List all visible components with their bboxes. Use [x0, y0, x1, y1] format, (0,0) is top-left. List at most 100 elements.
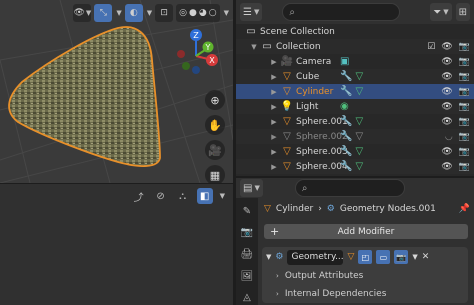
3d-viewport[interactable]: 👁 ▼ ⤡ ▼ ◐ ▼ ⊡ ◎ ● ◕ ○ ▼ Z X Y ⊕ ✋ 🎥 ▦: [0, 0, 233, 183]
eye-icon[interactable]: 👁: [441, 57, 452, 67]
collection-row[interactable]: ▼ ▭ Collection ☑ 👁 📷: [236, 39, 474, 54]
camera-render-icon[interactable]: 📷: [459, 72, 470, 82]
navigation-gizmo[interactable]: Z X Y: [168, 26, 224, 82]
mesh-data-icon[interactable]: ▽: [355, 86, 363, 97]
mesh-data-icon[interactable]: ▽: [347, 252, 354, 262]
new-collection-button[interactable]: ⊞: [455, 3, 470, 21]
wrench-icon[interactable]: 🔧: [340, 131, 352, 142]
wrench-icon[interactable]: 🔧: [340, 86, 352, 97]
chevron-down-icon[interactable]: ▼: [412, 253, 417, 261]
outliner-item-sphere-002[interactable]: ▶ ▽ Sphere.002 🔧 ▽ ◡ 📷: [236, 129, 474, 144]
zoom-icon[interactable]: ⊕: [205, 90, 225, 110]
camera-render-icon[interactable]: 📷: [459, 117, 470, 127]
eye-icon[interactable]: 👁: [441, 87, 452, 97]
xray-toggle[interactable]: ⊡: [155, 4, 174, 22]
grid-ortho-icon[interactable]: ▦: [205, 165, 225, 183]
properties-search-input[interactable]: ⌕: [294, 179, 405, 197]
expand-arrow-icon[interactable]: ▶: [270, 58, 278, 66]
geometry-nodes-icon: ⚙: [275, 252, 284, 262]
output-attributes-row[interactable]: › Output Attributes: [262, 267, 468, 285]
camera-render-icon[interactable]: 📷: [459, 147, 470, 157]
checkbox-icon[interactable]: ☑: [427, 42, 435, 52]
visibility-dropdown[interactable]: 👁 ▼: [73, 4, 92, 22]
outliner-item-sphere-003[interactable]: ▶ ▽ Sphere.003 🔧 ▽ 👁 📷: [236, 144, 474, 159]
outliner-item-cylinder[interactable]: ▶ ▽ Cylinder 🔧 ▽ 👁 📷: [236, 84, 474, 99]
expand-arrow-icon[interactable]: ▶: [270, 163, 278, 171]
wireframe-shading-icon[interactable]: ◎: [179, 8, 187, 18]
wrench-icon[interactable]: 🔧: [340, 161, 352, 172]
expand-arrow-icon[interactable]: ▶: [270, 103, 278, 111]
chevron-down-icon: ▼: [254, 184, 260, 192]
expand-arrow-icon[interactable]: ▶: [270, 88, 278, 96]
xray-icon: ⊡: [160, 8, 168, 18]
material-shading-icon[interactable]: ◕: [199, 8, 207, 18]
camera-render-icon[interactable]: 📷: [459, 132, 470, 142]
hand-pan-icon[interactable]: ✋: [205, 115, 225, 135]
collapse-arrow-icon[interactable]: ▼: [266, 253, 271, 261]
camera-render-icon[interactable]: 📷: [459, 102, 470, 112]
eye-hidden-icon[interactable]: ◡: [445, 132, 453, 142]
view-toggle-icon[interactable]: ◧: [196, 188, 213, 204]
wrench-icon[interactable]: 🔧: [340, 116, 352, 127]
expand-arrow-icon[interactable]: ▼: [250, 43, 258, 51]
expand-arrow-icon[interactable]: ▶: [270, 133, 278, 141]
eye-icon[interactable]: 👁: [441, 42, 452, 52]
scene-collection-row[interactable]: ▭ Scene Collection: [236, 24, 474, 39]
wrench-icon[interactable]: 🔧: [340, 71, 352, 82]
solid-shading-icon[interactable]: ●: [189, 8, 197, 18]
add-modifier-button[interactable]: + Add Modifier: [264, 224, 468, 239]
expand-arrow-icon[interactable]: ▶: [270, 73, 278, 81]
gizmo-toggle[interactable]: ⤡: [94, 4, 113, 22]
mesh-data-icon[interactable]: ▽: [355, 161, 363, 172]
eye-icon[interactable]: 👁: [441, 117, 452, 127]
camera-render-icon[interactable]: 📷: [459, 42, 470, 52]
viewport-toggle-icon[interactable]: ▭: [376, 250, 391, 264]
outliner-search-input[interactable]: ⌕: [282, 3, 401, 21]
render-tab-icon[interactable]: 📷: [239, 226, 255, 241]
editor-type-dropdown[interactable]: ▤ ▼: [240, 179, 263, 197]
rendered-shading-icon[interactable]: ○: [209, 8, 217, 18]
chevron-down-icon[interactable]: ▼: [220, 192, 225, 200]
mesh-data-icon[interactable]: ▽: [355, 71, 363, 82]
outliner-item-cube[interactable]: ▶ ▽ Cube 🔧 ▽ 👁 📷: [236, 69, 474, 84]
camera-render-icon[interactable]: 📷: [459, 87, 470, 97]
internal-dependencies-row[interactable]: › Internal Dependencies: [262, 285, 468, 303]
outliner-item-camera[interactable]: ▶ 🎥 Camera ▣ 👁 📷: [236, 54, 474, 69]
tool-tab-icon[interactable]: ✎: [239, 204, 255, 219]
outliner-item-sphere-004[interactable]: ▶ ▽ Sphere.004 🔧 ▽ 👁 📷: [236, 159, 474, 174]
mesh-data-icon[interactable]: ▽: [355, 116, 363, 127]
light-data-icon[interactable]: ◉: [340, 101, 349, 112]
eye-icon[interactable]: 👁: [441, 72, 452, 82]
display-mode-dropdown[interactable]: ☰ ▼: [240, 3, 263, 21]
close-icon[interactable]: ✕: [422, 252, 430, 262]
render-toggle-icon[interactable]: 📷: [394, 250, 409, 264]
chevron-down-icon[interactable]: ▼: [147, 9, 152, 17]
output-tab-icon[interactable]: 🖨: [239, 247, 255, 262]
scene-tab-icon[interactable]: ◬: [239, 290, 255, 305]
chevron-down-icon[interactable]: ▼: [116, 9, 121, 17]
mesh-data-icon[interactable]: ▽: [355, 131, 363, 142]
outliner-item-sphere-001[interactable]: ▶ ▽ Sphere.001 🔧 ▽ 👁 📷: [236, 114, 474, 129]
overlays-toggle[interactable]: ◐: [124, 4, 143, 22]
parent-icon[interactable]: ⤴: [131, 188, 147, 204]
expand-arrow-icon[interactable]: ▶: [270, 118, 278, 126]
edit-mode-toggle-icon[interactable]: ◰: [358, 250, 373, 264]
snap-icon[interactable]: ⛬: [175, 188, 191, 204]
wrench-icon[interactable]: 🔧: [340, 146, 352, 157]
camera-data-icon[interactable]: ▣: [340, 56, 349, 67]
outliner-item-light[interactable]: ▶ 💡 Light ◉ 👁 📷: [236, 99, 474, 114]
link-icon[interactable]: ⊘: [153, 188, 169, 204]
pin-icon[interactable]: 📌: [459, 204, 470, 214]
chevron-down-icon[interactable]: ▼: [224, 9, 229, 17]
view-layer-tab-icon[interactable]: 🖼: [239, 269, 255, 284]
eye-icon[interactable]: 👁: [441, 147, 452, 157]
eye-icon[interactable]: 👁: [441, 102, 452, 112]
camera-render-icon[interactable]: 📷: [459, 57, 470, 67]
mesh-data-icon[interactable]: ▽: [355, 146, 363, 157]
camera-render-icon[interactable]: 📷: [459, 162, 470, 172]
modifier-name-field[interactable]: Geometry...: [287, 249, 344, 265]
expand-arrow-icon[interactable]: ▶: [270, 148, 278, 156]
eye-icon[interactable]: 👁: [441, 162, 452, 172]
filter-dropdown[interactable]: ⏷ ▼: [430, 3, 452, 21]
camera-view-icon[interactable]: 🎥: [205, 140, 225, 160]
